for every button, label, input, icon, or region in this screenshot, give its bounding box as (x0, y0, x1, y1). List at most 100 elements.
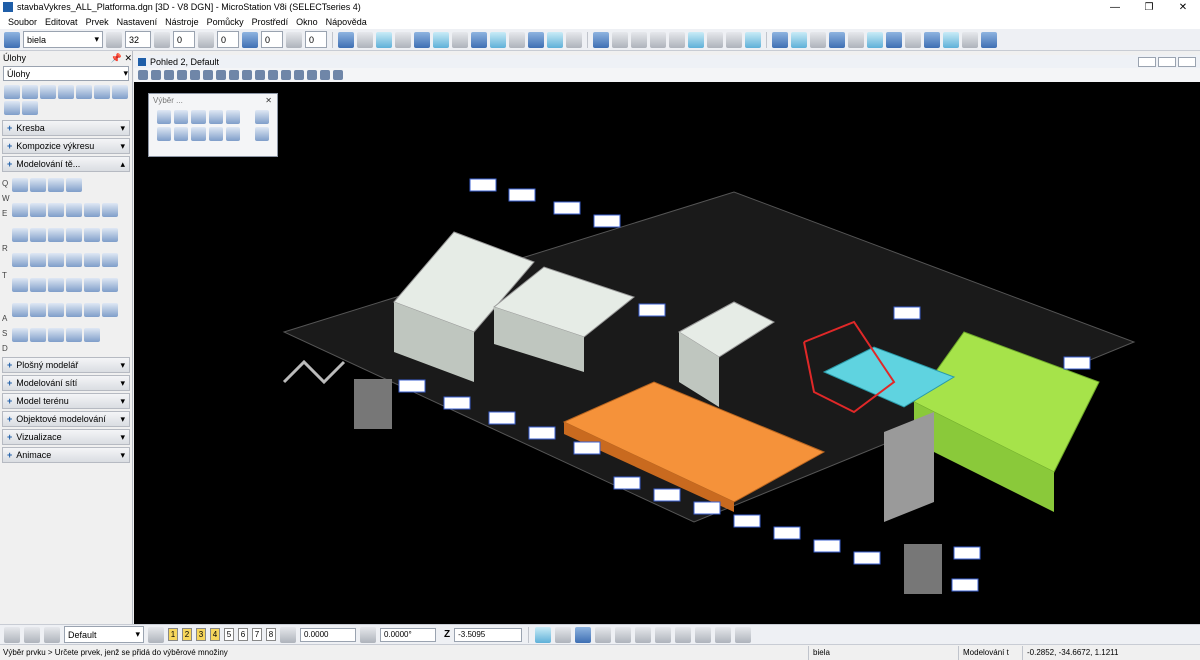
materials-icon[interactable] (886, 31, 902, 48)
center-icon[interactable] (615, 626, 632, 643)
snaps-icon[interactable] (471, 31, 487, 48)
solid-tool-icon[interactable] (66, 178, 82, 192)
accudraw-icon[interactable] (44, 626, 60, 643)
delete-tool-icon[interactable] (112, 85, 128, 99)
selection-tool-icon[interactable] (4, 85, 20, 99)
subtract-icon[interactable] (48, 253, 64, 267)
section-teren[interactable]: + Model terénu ▾ (2, 393, 130, 409)
angle-icon[interactable] (360, 626, 376, 643)
wedge-icon[interactable] (102, 203, 118, 217)
model-select[interactable]: Default ▾ (64, 626, 144, 643)
snap-icon[interactable] (535, 626, 552, 643)
select-line-icon[interactable] (225, 110, 240, 124)
slab-icon[interactable] (12, 203, 28, 217)
solid-tool-icon[interactable] (84, 228, 100, 242)
select-rectangle-icon[interactable] (174, 110, 189, 124)
views-icon[interactable] (148, 626, 164, 643)
sphere-icon[interactable] (30, 203, 46, 217)
solid-tool-icon[interactable] (84, 328, 100, 342)
3d-model-viewport[interactable] (134, 82, 1200, 624)
menu-pomucky[interactable]: Pomůcky (207, 17, 244, 27)
solid-tool-icon[interactable] (66, 278, 82, 292)
info-icon[interactable] (509, 31, 525, 48)
minimize-button[interactable]: — (1098, 2, 1132, 13)
camera-icon[interactable] (320, 70, 330, 80)
section-kresba[interactable]: + Kresba ▾ (2, 120, 130, 136)
view-bottom-icon[interactable] (688, 31, 704, 48)
solid-tool-icon[interactable] (30, 178, 46, 192)
solid-tool-icon[interactable] (30, 303, 46, 317)
solid-tool-icon[interactable] (12, 328, 28, 342)
select-all-icon[interactable] (225, 127, 240, 141)
section-kompozice[interactable]: + Kompozice výkresu ▾ (2, 138, 130, 154)
references-icon[interactable] (376, 31, 392, 48)
section-animace[interactable]: + Animace ▾ (2, 447, 130, 463)
solid-tool-icon[interactable] (84, 253, 100, 267)
measure-icon[interactable] (528, 31, 544, 48)
view-toggle-4[interactable]: 4 (210, 628, 220, 641)
selection-dialog[interactable]: Výběr ... ✕ (148, 93, 278, 157)
section-objektove[interactable]: + Objektové modelování ▾ (2, 411, 130, 427)
view-maximize-button[interactable] (1158, 56, 1176, 67)
line-style-icon[interactable] (154, 31, 170, 48)
curve-icon[interactable] (555, 626, 572, 643)
select-individual-icon[interactable] (157, 110, 172, 124)
origin-icon[interactable] (655, 626, 672, 643)
view-toggle-2[interactable]: 2 (182, 628, 192, 641)
perpendicular-icon[interactable] (695, 626, 712, 643)
style-select[interactable]: 0 (173, 31, 195, 48)
rotate-view-icon[interactable] (593, 31, 609, 48)
solid-tool-icon[interactable] (102, 303, 118, 317)
intersection-icon[interactable] (635, 626, 652, 643)
priority-select[interactable]: 0 (305, 31, 327, 48)
back-icon[interactable] (4, 626, 20, 643)
section-modelovani[interactable]: + Modelování tě... ▴ (2, 156, 130, 172)
fence-tool-icon[interactable] (22, 85, 38, 99)
zoom-out-icon[interactable] (190, 70, 200, 80)
forward-icon[interactable] (24, 626, 40, 643)
view-back-icon[interactable] (707, 31, 723, 48)
select-none-icon[interactable] (254, 110, 269, 124)
select-circle-icon[interactable] (208, 110, 223, 124)
select-new-icon[interactable] (157, 127, 172, 141)
raster-icon[interactable] (395, 31, 411, 48)
select-shape-icon[interactable] (191, 110, 206, 124)
extrude-icon[interactable] (12, 228, 28, 242)
pan-view-icon[interactable] (242, 70, 252, 80)
clip-icon[interactable] (924, 31, 940, 48)
grid-icon[interactable] (547, 31, 563, 48)
view-window[interactable]: Pohled 2, Default (134, 55, 1200, 624)
view-top-icon[interactable] (612, 31, 628, 48)
display-style-icon[interactable] (151, 70, 161, 80)
stop-icon[interactable] (566, 31, 582, 48)
copy-tool-icon[interactable] (58, 85, 74, 99)
view-front-icon[interactable] (631, 31, 647, 48)
section-plosny[interactable]: + Plošný modelář ▾ (2, 357, 130, 373)
rotate-view-icon[interactable] (229, 70, 239, 80)
solid-tool-icon[interactable] (84, 278, 100, 292)
solid-tool-icon[interactable] (48, 328, 64, 342)
shell-icon[interactable] (48, 228, 64, 242)
revolve-icon[interactable] (30, 228, 46, 242)
section-site[interactable]: + Modelování sítí ▾ (2, 375, 130, 391)
menu-napoveda[interactable]: Nápověda (326, 17, 367, 27)
tasks-select[interactable]: Úlohy ▾ (3, 66, 129, 81)
intersect-icon[interactable] (30, 253, 46, 267)
distance-icon[interactable] (280, 626, 296, 643)
view-minimize-button[interactable] (1138, 56, 1156, 67)
place-tool-icon[interactable] (22, 101, 38, 115)
models-icon[interactable] (433, 31, 449, 48)
view-right-iso-icon[interactable] (745, 31, 761, 48)
hidden-line-icon[interactable] (848, 31, 864, 48)
view-toggle-1[interactable]: 1 (168, 628, 178, 641)
view-toggle-5[interactable]: 5 (224, 628, 234, 641)
navigate-icon[interactable] (333, 70, 343, 80)
animation-icon[interactable] (981, 31, 997, 48)
menu-prostredi[interactable]: Prostředí (252, 17, 289, 27)
transparency-icon[interactable] (242, 31, 258, 48)
line-weight-icon[interactable] (198, 31, 214, 48)
solid-tool-icon[interactable] (48, 278, 64, 292)
solid-tool-icon[interactable] (84, 303, 100, 317)
active-level-icon[interactable] (4, 31, 20, 48)
weight-icon[interactable] (106, 31, 122, 48)
